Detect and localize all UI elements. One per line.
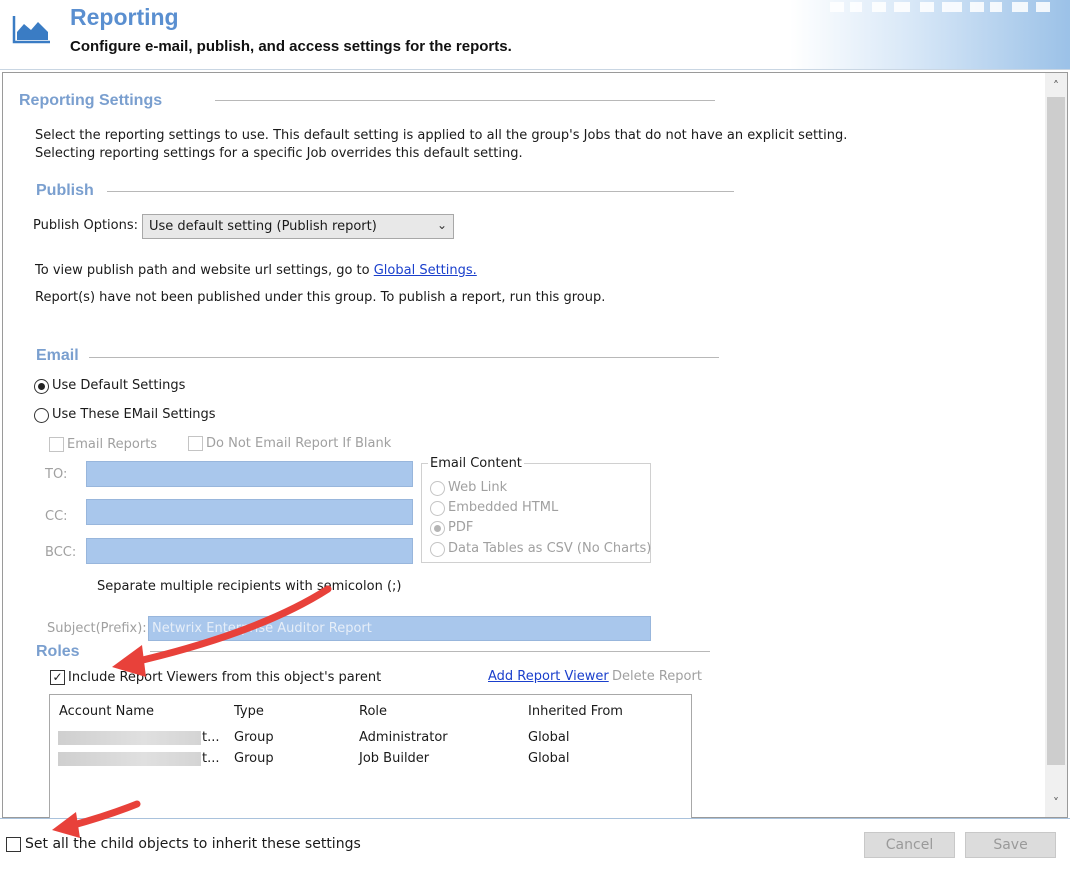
save-button[interactable]: Save [965,832,1056,858]
to-field[interactable] [86,461,413,487]
redacted-account-name [58,731,201,745]
reporting-settings-heading: Reporting Settings [19,92,163,109]
role-cell[interactable]: Administrator [359,730,448,745]
include-viewers-label: Include Report Viewers from this object'… [68,670,382,685]
csv-radio[interactable] [430,542,445,557]
no-blank-report-label: Do Not Email Report If Blank [206,436,392,451]
inherited-cell[interactable]: Global [528,730,569,745]
account-name-cell[interactable]: t... [202,751,220,766]
publish-status-text: Report(s) have not been published under … [35,290,606,305]
type-cell[interactable]: Group [234,730,274,745]
divider [215,100,715,101]
subject-label: Subject(Prefix): [47,621,147,636]
subject-field[interactable]: Netwrix Enterprise Auditor Report [148,616,651,641]
chevron-down-icon: ⌄ [436,218,447,232]
delete-report-link[interactable]: Delete Report [612,669,702,684]
page-subtitle: Configure e-mail, publish, and access se… [70,38,512,55]
scroll-thumb[interactable] [1047,97,1065,765]
global-settings-link[interactable]: Global Settings. [374,263,477,278]
column-header-role[interactable]: Role [359,704,387,719]
use-these-settings-label: Use These EMail Settings [52,407,216,422]
email-content-title: Email Content [428,456,524,471]
bcc-label: BCC: [45,545,77,560]
publish-info-prefix: To view publish path and website url set… [35,263,374,278]
inherited-cell[interactable]: Global [528,751,569,766]
cc-field[interactable] [86,499,413,525]
email-reports-label: Email Reports [67,437,158,452]
role-cell[interactable]: Job Builder [359,751,429,766]
bcc-field[interactable] [86,538,413,564]
inherit-settings-label: Set all the child objects to inherit the… [25,836,361,852]
separator-hint: Separate multiple recipients with semico… [97,579,402,594]
pdf-label: PDF [448,520,474,535]
cancel-button[interactable]: Cancel [864,832,955,858]
include-viewers-checkbox[interactable]: ✓ [50,670,65,685]
use-default-settings-label: Use Default Settings [52,378,186,393]
use-these-settings-radio[interactable] [34,408,49,423]
email-heading: Email [36,347,79,364]
pdf-radio[interactable] [430,521,445,536]
page-header: Reporting Configure e-mail, publish, and… [0,0,1070,70]
inherit-settings-checkbox[interactable] [6,837,21,852]
divider [107,191,734,192]
area-chart-icon [12,16,50,44]
no-blank-report-checkbox[interactable] [188,436,203,451]
column-header-inherited[interactable]: Inherited From [528,704,623,719]
reporting-description-line1: Select the reporting settings to use. Th… [35,128,848,143]
column-header-account[interactable]: Account Name [59,704,154,719]
divider [89,357,719,358]
add-report-viewer-link[interactable]: Add Report Viewer [488,669,609,684]
web-link-label: Web Link [448,480,508,495]
account-name-cell[interactable]: t... [202,730,220,745]
publish-options-label: Publish Options: [33,218,139,233]
use-default-settings-radio[interactable] [34,379,49,394]
publish-info-text: To view publish path and website url set… [35,263,477,278]
publish-heading: Publish [36,182,94,199]
web-link-radio[interactable] [430,481,445,496]
to-label: TO: [45,467,68,482]
cc-label: CC: [45,509,68,524]
publish-options-value: Use default setting (Publish report) [149,219,377,234]
chevron-down-icon[interactable]: ˅ [1047,794,1065,812]
column-header-type[interactable]: Type [234,704,264,719]
embedded-html-label: Embedded HTML [448,500,559,515]
reporting-description-line2: Selecting reporting settings for a speci… [35,146,523,161]
redacted-account-name [58,752,201,766]
header-decoration [790,0,1070,69]
type-cell[interactable]: Group [234,751,274,766]
chevron-up-icon[interactable]: ˄ [1047,77,1065,95]
csv-label: Data Tables as CSV (No Charts) [448,541,652,556]
divider [150,651,710,652]
publish-options-dropdown[interactable]: Use default setting (Publish report) ⌄ [142,214,454,239]
email-reports-checkbox[interactable] [49,437,64,452]
page-title: Reporting [70,4,179,30]
embedded-html-radio[interactable] [430,501,445,516]
roles-heading: Roles [36,643,80,660]
